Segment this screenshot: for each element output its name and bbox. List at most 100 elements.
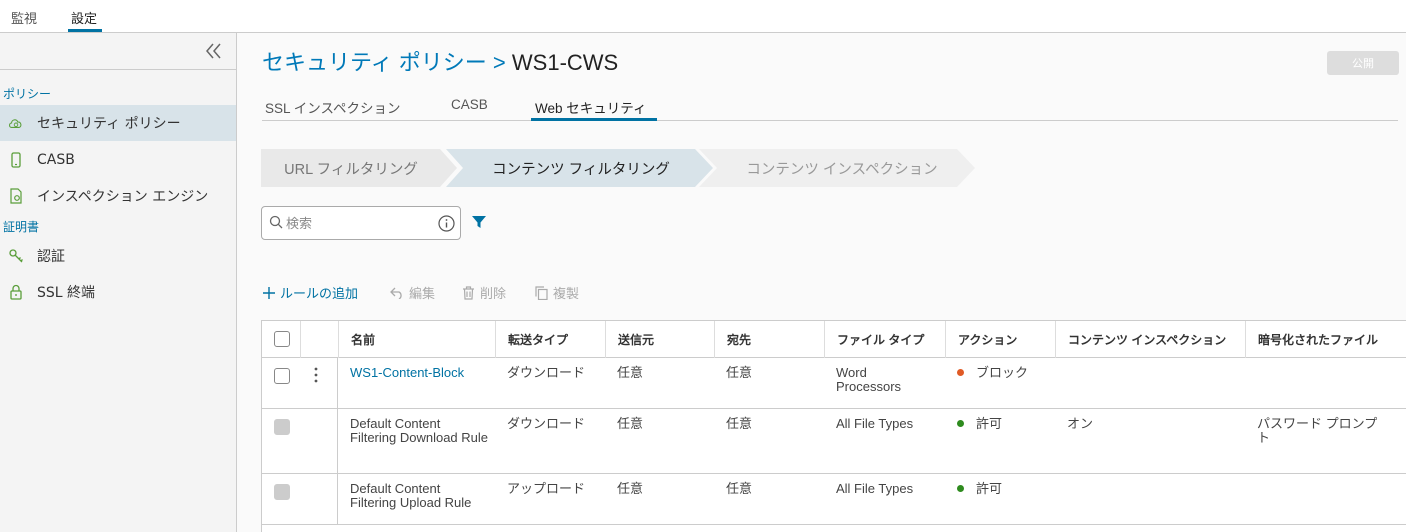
- info-icon[interactable]: [438, 215, 455, 236]
- sidebar-item-casb[interactable]: CASB: [0, 142, 236, 178]
- add-rule-label: ルールの追加: [280, 286, 359, 301]
- undo-arrow-icon: [390, 287, 404, 299]
- action-label: ブロック: [976, 365, 1029, 380]
- sidebar-item-label: 認証: [37, 249, 65, 265]
- rule-name-link[interactable]: WS1-Content-Block: [350, 366, 490, 380]
- copy-icon: [535, 285, 548, 300]
- delete-label: 削除: [480, 286, 507, 301]
- wizard-steps: URL フィルタリング コンテンツ フィルタリング コンテンツ インスペクション: [261, 149, 981, 187]
- cell-source: 任意: [617, 416, 644, 431]
- search-icon: [269, 215, 283, 233]
- cell-encrypted: パスワード プロンプト: [1257, 416, 1378, 445]
- delete-button[interactable]: 削除: [462, 283, 506, 302]
- header-content-inspection[interactable]: コンテンツ インスペクション: [1055, 321, 1245, 358]
- cell-action: ブロック: [957, 366, 1028, 380]
- rule-name: Default Content Filtering Download Rule: [350, 416, 489, 445]
- header-file-type[interactable]: ファイル タイプ: [824, 321, 945, 358]
- breadcrumb-link[interactable]: セキュリティ ポリシー: [262, 50, 487, 75]
- cell-inspection: オン: [1067, 416, 1094, 431]
- collapse-sidebar-icon[interactable]: [204, 41, 224, 61]
- lock-icon: [8, 284, 24, 300]
- header-transfer-type[interactable]: 転送タイプ: [495, 321, 605, 358]
- header-destination[interactable]: 宛先: [714, 321, 824, 358]
- cell-file-type: Word Processors: [836, 365, 902, 394]
- add-rule-button[interactable]: ルールの追加: [263, 283, 358, 302]
- sidebar: ポリシー セキュリティ ポリシー CASB インスペクション エンジン 証明書 …: [0, 33, 237, 532]
- cell-destination: 任意: [726, 365, 753, 380]
- tab-ssl-inspection[interactable]: SSL インスペクション: [265, 97, 401, 117]
- header-action[interactable]: アクション: [945, 321, 1055, 358]
- search-input[interactable]: [286, 213, 434, 233]
- tab-web-security[interactable]: Web セキュリティ: [535, 97, 646, 117]
- sidebar-item-label: SSL 終端: [37, 285, 96, 301]
- tabs-divider: [262, 120, 1398, 121]
- header-source[interactable]: 送信元: [605, 321, 714, 358]
- status-dot-block: [957, 369, 964, 376]
- copy-label: 複製: [553, 286, 580, 301]
- cell-source: 任意: [617, 365, 644, 380]
- status-dot-allow: [957, 485, 964, 492]
- publish-button[interactable]: 公開: [1327, 51, 1399, 75]
- cell-file-type: All File Types: [836, 481, 914, 496]
- cell-file-type: All File Types: [836, 416, 914, 431]
- step-content-filtering[interactable]: コンテンツ フィルタリング: [461, 149, 701, 187]
- top-nav: 監視 設定: [0, 0, 1406, 33]
- rules-table: 名前 転送タイプ 送信元 宛先 ファイル タイプ アクション コンテンツ インス…: [261, 320, 1406, 532]
- sidebar-item-authentication[interactable]: 認証: [0, 238, 236, 274]
- breadcrumb-current: WS1-CWS: [511, 50, 619, 75]
- cell-source: 任意: [617, 481, 644, 496]
- mobile-device-icon: [8, 152, 24, 168]
- select-all-checkbox[interactable]: [274, 331, 290, 347]
- table-row[interactable]: Default Content Filtering Download Rule …: [262, 409, 1406, 474]
- cell-action: 許可: [957, 417, 1002, 431]
- active-subtab-indicator: [531, 118, 657, 121]
- edit-label: 編集: [409, 286, 436, 301]
- row-divider: [337, 358, 338, 409]
- row-checkbox-disabled: [274, 484, 290, 500]
- step-content-inspection[interactable]: コンテンツ インスペクション: [717, 149, 967, 187]
- sidebar-item-ssl-termination[interactable]: SSL 終端: [0, 274, 236, 310]
- top-tab-monitor[interactable]: 監視: [11, 8, 37, 27]
- edit-button[interactable]: 編集: [390, 283, 435, 302]
- cell-destination: 任意: [726, 416, 753, 431]
- table-row[interactable]: Default Content Filtering Upload Rule アッ…: [262, 474, 1406, 525]
- row-checkbox[interactable]: [274, 368, 290, 384]
- search-box: [261, 206, 461, 240]
- row-divider: [337, 409, 338, 474]
- cell-transfer: ダウンロード: [507, 416, 586, 431]
- section-title-policy: ポリシー: [3, 87, 52, 101]
- cloud-shield-icon: [8, 115, 24, 131]
- copy-button[interactable]: 複製: [535, 283, 579, 302]
- step-url-filtering[interactable]: URL フィルタリング: [261, 149, 441, 187]
- cell-destination: 任意: [726, 481, 753, 496]
- row-divider: [337, 474, 338, 525]
- sidebar-divider: [0, 69, 236, 70]
- table-header: 名前 転送タイプ 送信元 宛先 ファイル タイプ アクション コンテンツ インス…: [262, 321, 1406, 358]
- tab-casb[interactable]: CASB: [451, 97, 488, 112]
- sidebar-item-label: セキュリティ ポリシー: [37, 116, 181, 132]
- header-encrypted-files[interactable]: 暗号化されたファイル: [1245, 321, 1406, 358]
- cell-action: 許可: [957, 482, 1002, 496]
- action-label: 許可: [976, 481, 1003, 496]
- breadcrumb-separator: >: [492, 50, 506, 75]
- active-tab-indicator: [68, 29, 102, 32]
- header-name[interactable]: 名前: [338, 321, 495, 358]
- table-row[interactable]: WS1-Content-Block ダウンロード 任意 任意 Word Proc…: [262, 358, 1406, 409]
- trash-icon: [462, 285, 475, 300]
- plus-icon: [263, 286, 275, 299]
- document-gear-icon: [8, 188, 24, 204]
- status-dot-allow: [957, 420, 964, 427]
- more-options-icon[interactable]: [314, 367, 318, 387]
- page-title: セキュリティ ポリシー > WS1-CWS: [262, 45, 618, 77]
- section-title-certificates: 証明書: [3, 220, 40, 234]
- cell-transfer: アップロード: [507, 481, 586, 496]
- row-checkbox-disabled: [274, 419, 290, 435]
- filter-icon[interactable]: [471, 215, 487, 233]
- cell-transfer: ダウンロード: [507, 365, 586, 380]
- header-actions-col: [300, 321, 338, 358]
- sidebar-item-security-policy[interactable]: セキュリティ ポリシー: [0, 105, 236, 141]
- sidebar-item-inspection-engine[interactable]: インスペクション エンジン: [0, 178, 236, 214]
- rule-name: Default Content Filtering Upload Rule: [350, 481, 472, 510]
- action-label: 許可: [976, 416, 1003, 431]
- top-tab-settings[interactable]: 設定: [71, 8, 97, 27]
